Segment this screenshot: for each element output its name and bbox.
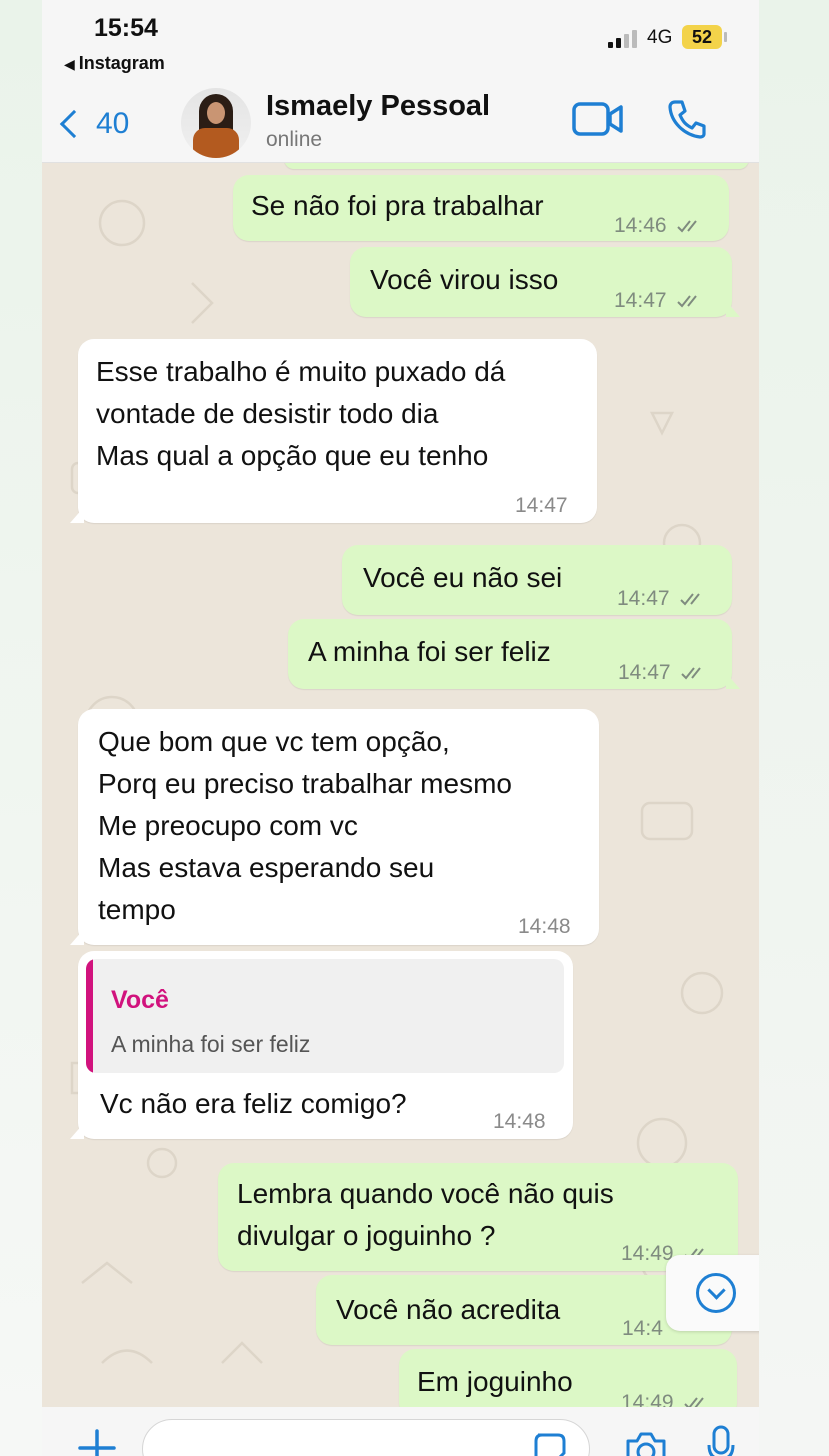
video-camera-icon[interactable] bbox=[572, 100, 624, 138]
scroll-to-bottom-button[interactable] bbox=[666, 1255, 759, 1331]
read-ticks-icon bbox=[684, 1397, 705, 1407]
message-bubble[interactable]: Se não foi pra trabalhar 14:46 bbox=[233, 175, 729, 241]
message-time: 14:47 bbox=[614, 289, 667, 312]
message-bubble-reply[interactable]: Você A minha foi ser feliz Vc não era fe… bbox=[70, 951, 573, 1139]
avatar[interactable] bbox=[181, 88, 251, 158]
message-bubble[interactable]: Você virou isso 14:47 bbox=[350, 247, 740, 317]
message-meta: 14:47 bbox=[618, 652, 708, 694]
microphone-icon[interactable] bbox=[706, 1425, 736, 1456]
message-bubble[interactable]: Que bom que vc tem opção, Porq eu precis… bbox=[70, 709, 599, 945]
message-bubble[interactable]: Esse trabalho é muito puxado dá vontade … bbox=[70, 339, 597, 523]
message-input[interactable] bbox=[142, 1419, 590, 1456]
contact-status: online bbox=[266, 128, 323, 151]
message-bubble[interactable]: A minha foi ser feliz 14:47 bbox=[288, 619, 740, 689]
plus-icon[interactable] bbox=[78, 1429, 116, 1456]
frame-left bbox=[0, 0, 42, 1456]
chevron-left-icon bbox=[59, 109, 89, 139]
message-bubble[interactable]: Em joguinho 14:49 bbox=[399, 1349, 737, 1407]
message-meta: 14:49 bbox=[621, 1382, 711, 1407]
battery-level: 52 bbox=[682, 25, 722, 49]
status-bar: 15:54 ◀ Instagram 4G 52 bbox=[42, 0, 759, 88]
network-label: 4G bbox=[647, 27, 673, 48]
back-triangle-icon: ◀ bbox=[64, 56, 75, 72]
quote-author: Você bbox=[111, 986, 169, 1014]
back-app-label: Instagram bbox=[78, 53, 165, 73]
sticker-icon[interactable] bbox=[532, 1431, 568, 1456]
message-text: Em joguinho bbox=[417, 1366, 573, 1397]
message-time: 14:49 bbox=[621, 1391, 674, 1407]
message-text: A minha foi ser feliz bbox=[308, 636, 551, 667]
quoted-message[interactable]: Você A minha foi ser feliz bbox=[86, 959, 564, 1073]
message-time: 14:47 bbox=[617, 587, 670, 610]
message-text: Se não foi pra trabalhar bbox=[251, 190, 544, 221]
message-text: Você não acredita bbox=[336, 1294, 561, 1325]
message-text: Que bom que vc tem opção, Porq eu precis… bbox=[98, 726, 512, 925]
contact-name[interactable]: Ismaely Pessoal bbox=[266, 90, 490, 123]
phone-icon[interactable] bbox=[666, 98, 708, 140]
message-meta: 14:4 bbox=[622, 1308, 663, 1350]
chevron-down-icon bbox=[696, 1273, 736, 1313]
message-meta: 14:46 bbox=[614, 205, 704, 247]
message-bubble[interactable]: Você eu não sei 14:47 bbox=[342, 545, 732, 615]
message-time: 14:48 bbox=[493, 1110, 546, 1133]
message-text: Você eu não sei bbox=[363, 562, 563, 593]
back-button[interactable]: 40 bbox=[56, 104, 129, 144]
message-time: 14:49 bbox=[621, 1242, 674, 1265]
camera-icon[interactable] bbox=[624, 1429, 668, 1456]
message-text: Você virou isso bbox=[370, 264, 559, 295]
read-ticks-icon bbox=[677, 220, 698, 233]
message-text: Lembra quando você não quis divulgar o j… bbox=[237, 1178, 614, 1251]
quote-text: A minha foi ser feliz bbox=[111, 1031, 311, 1057]
message-input-bar bbox=[42, 1407, 759, 1456]
frame-right bbox=[759, 0, 829, 1456]
battery-tip bbox=[724, 32, 727, 42]
back-to-app-link[interactable]: ◀ Instagram bbox=[64, 53, 165, 74]
read-ticks-icon bbox=[680, 593, 701, 606]
message-time: 14:47 bbox=[618, 661, 671, 684]
message-bubble-partial bbox=[284, 163, 749, 169]
message-text: Vc não era feliz comigo? bbox=[100, 1088, 407, 1119]
phone-screen: 15:54 ◀ Instagram 4G 52 40 Ismaely Pessoa… bbox=[42, 0, 759, 1456]
unread-count: 40 bbox=[96, 107, 130, 140]
chat-area[interactable]: Se não foi pra trabalhar 14:46 Você viro… bbox=[42, 163, 759, 1407]
chat-header: 40 Ismaely Pessoal online bbox=[42, 88, 759, 163]
quote-bar bbox=[86, 959, 93, 1073]
message-meta: 14:47 bbox=[614, 280, 704, 322]
signal-icon bbox=[608, 30, 640, 48]
read-ticks-icon bbox=[681, 667, 702, 680]
message-bubble[interactable]: Lembra quando você não quis divulgar o j… bbox=[218, 1163, 738, 1271]
message-time: 14:47 bbox=[515, 494, 568, 517]
status-time: 15:54 bbox=[94, 14, 158, 42]
message-meta: 14:47 bbox=[617, 578, 707, 620]
message-time: 14:48 bbox=[518, 915, 571, 938]
read-ticks-icon bbox=[677, 295, 698, 308]
message-time: 14:46 bbox=[614, 214, 667, 237]
message-time: 14:4 bbox=[622, 1317, 663, 1340]
message-text: Esse trabalho é muito puxado dá vontade … bbox=[96, 356, 506, 471]
